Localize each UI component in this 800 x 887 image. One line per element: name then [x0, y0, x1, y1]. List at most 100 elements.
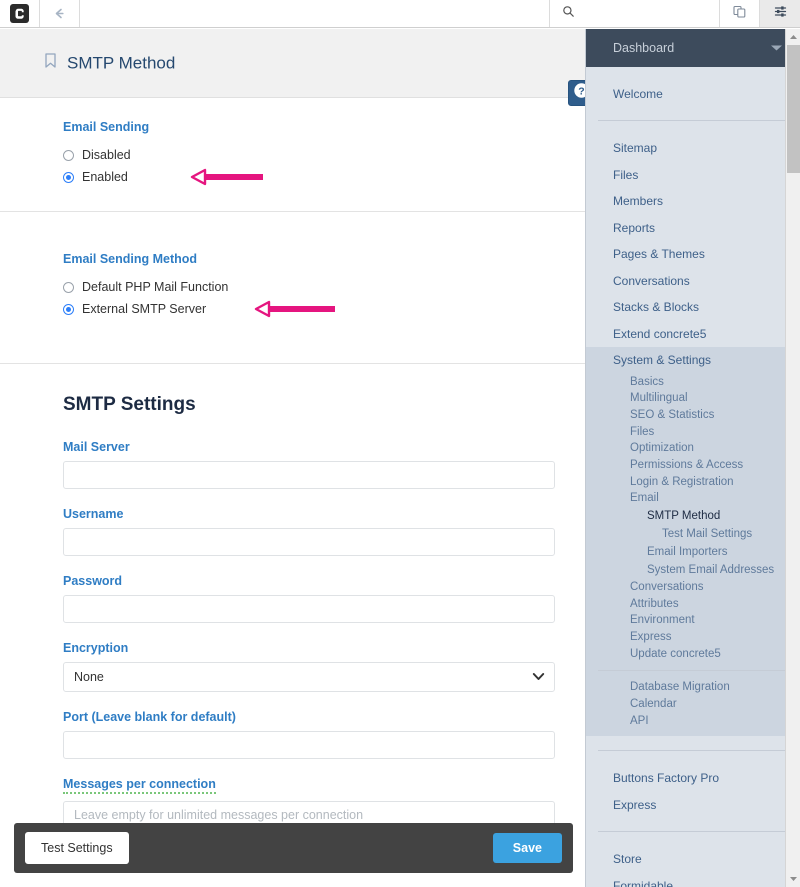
password-input[interactable]	[63, 595, 555, 623]
sliders-settings-icon	[773, 4, 788, 24]
annotation-arrow-smtp-method-nav	[586, 507, 590, 525]
save-button[interactable]: Save	[492, 833, 562, 863]
sidebar-item-buttons-factory-pro[interactable]: Buttons Factory Pro	[586, 765, 785, 792]
sidebar-group-welcome: Welcome	[586, 81, 785, 108]
back-arrow-icon	[52, 6, 67, 21]
sidebar-item-attributes[interactable]: Attributes	[586, 596, 785, 613]
sidebar-item-store[interactable]: Store	[586, 846, 785, 873]
url-bar[interactable]	[80, 0, 550, 27]
mail-server-label: Mail Server	[63, 440, 130, 454]
radio-external-smtp-indicator[interactable]	[63, 303, 74, 315]
smtp-settings-section: SMTP Settings Mail Server Username Passw…	[0, 364, 588, 829]
sidebar-item-stacks-blocks[interactable]: Stacks & Blocks	[586, 294, 785, 321]
sidebar-item-system-settings[interactable]: System & Settings	[586, 347, 785, 374]
chevron-down-icon[interactable]	[770, 39, 783, 57]
sidebar-header[interactable]: Dashboard	[586, 29, 800, 67]
back-button[interactable]	[40, 0, 80, 27]
bookmark-icon[interactable]	[44, 53, 57, 74]
sidebar-item-formidable[interactable]: Formidable	[586, 873, 785, 887]
encryption-select-wrap	[63, 662, 555, 692]
sidebar-item-test-mail-settings[interactable]: Test Mail Settings	[586, 525, 785, 543]
test-settings-button[interactable]: Test Settings	[25, 832, 129, 864]
username-label: Username	[63, 507, 124, 521]
sidebar-item-optimization[interactable]: Optimization	[586, 440, 785, 457]
sidebar-group-system-settings: System & Settings Basics Multilingual SE…	[586, 347, 785, 736]
email-sending-method-label: Email Sending Method	[63, 252, 198, 266]
sidebar-item-email-importers[interactable]: Email Importers	[586, 543, 785, 561]
sidebar-item-environment[interactable]: Environment	[586, 612, 785, 629]
sidebar-item-email[interactable]: Email	[586, 490, 785, 507]
encryption-select[interactable]	[63, 662, 555, 692]
field-mail-server: Mail Server	[63, 438, 555, 489]
annotation-arrow-external-smtp	[246, 299, 341, 319]
radio-enabled-indicator[interactable]	[63, 171, 74, 183]
sidebar-scrollbar[interactable]	[785, 29, 800, 887]
username-input[interactable]	[63, 528, 555, 556]
page-title-group: SMTP Method	[44, 53, 175, 74]
sidebar-scroll-area: Welcome Sitemap Files Members Reports Pa…	[586, 67, 800, 887]
sidebar-item-multilingual[interactable]: Multilingual	[586, 390, 785, 407]
sidebar-item-conversations[interactable]: Conversations	[586, 268, 785, 295]
scroll-down-arrow-icon[interactable]	[786, 871, 800, 887]
sidebar-item-calendar[interactable]: Calendar	[586, 696, 785, 713]
sidebar-item-system-files[interactable]: Files	[586, 424, 785, 441]
radio-option-disabled[interactable]: Disabled	[63, 145, 588, 165]
browser-toolbar	[0, 0, 800, 28]
sidebar-item-files[interactable]: Files	[586, 162, 785, 189]
radio-option-default-php[interactable]: Default PHP Mail Function	[63, 277, 588, 297]
sidebar-item-welcome[interactable]: Welcome	[586, 81, 785, 108]
sidebar-item-system-conversations[interactable]: Conversations	[586, 579, 785, 596]
sidebar-item-seo-statistics[interactable]: SEO & Statistics	[586, 407, 785, 424]
password-label: Password	[63, 574, 123, 588]
svg-text:?: ?	[578, 85, 584, 97]
sidebar-item-api[interactable]: API	[586, 713, 785, 730]
port-input[interactable]	[63, 731, 555, 759]
sidebar-group-addons: Buttons Factory Pro Express	[586, 765, 785, 819]
sidebar-item-pages-themes[interactable]: Pages & Themes	[586, 241, 785, 268]
sidebar-item-database-migration[interactable]: Database Migration	[586, 679, 785, 696]
sidebar-item-sitemap[interactable]: Sitemap	[586, 135, 785, 162]
mail-server-input[interactable]	[63, 461, 555, 489]
sidebar-item-basics[interactable]: Basics	[586, 374, 785, 391]
messages-per-connection-label: Messages per connection	[63, 777, 216, 794]
scrollbar-thumb[interactable]	[787, 45, 800, 173]
app-logo[interactable]	[0, 0, 40, 27]
smtp-settings-heading: SMTP Settings	[63, 394, 196, 415]
sidebar-item-update-concrete5[interactable]: Update concrete5	[586, 646, 785, 663]
settings-panel-button[interactable]	[760, 0, 800, 27]
sidebar-item-login-registration[interactable]: Login & Registration	[586, 474, 785, 491]
radio-option-external-smtp[interactable]: External SMTP Server	[63, 299, 588, 319]
sidebar-item-permissions-access[interactable]: Permissions & Access	[586, 457, 785, 474]
sidebar-group-main: Sitemap Files Members Reports Pages & Th…	[586, 135, 785, 347]
email-sending-method-section: Email Sending Method Default PHP Mail Fu…	[0, 212, 588, 364]
pages-stack-button[interactable]	[720, 0, 760, 27]
concrete5-logo-icon	[10, 4, 29, 23]
search-input[interactable]	[550, 0, 720, 27]
sidebar-item-system-email-addresses[interactable]: System Email Addresses	[586, 561, 785, 579]
sidebar-item-extend-concrete5[interactable]: Extend concrete5	[586, 321, 785, 348]
sidebar-item-members[interactable]: Members	[586, 188, 785, 215]
radio-enabled-label: Enabled	[82, 170, 128, 184]
radio-option-enabled[interactable]: Enabled	[63, 167, 588, 187]
radio-default-php-indicator[interactable]	[63, 281, 74, 293]
dashboard-sidebar: Dashboard Welcome Sitemap Files Members …	[585, 29, 800, 887]
radio-disabled-indicator[interactable]	[63, 149, 74, 161]
field-messages-per-connection: Messages per connection	[63, 775, 555, 829]
page-title: SMTP Method	[67, 53, 176, 72]
main-content: Email Sending Disabled Enabled Email Sen…	[0, 98, 588, 887]
sidebar-header-label: Dashboard	[613, 41, 675, 55]
scroll-up-arrow-icon[interactable]	[786, 29, 800, 45]
sidebar-item-express[interactable]: Express	[586, 792, 785, 819]
sidebar-item-reports[interactable]: Reports	[586, 215, 785, 242]
sidebar-item-system-express[interactable]: Express	[586, 629, 785, 646]
encryption-label: Encryption	[63, 641, 129, 655]
sidebar-item-smtp-method[interactable]: SMTP Method	[586, 507, 785, 525]
